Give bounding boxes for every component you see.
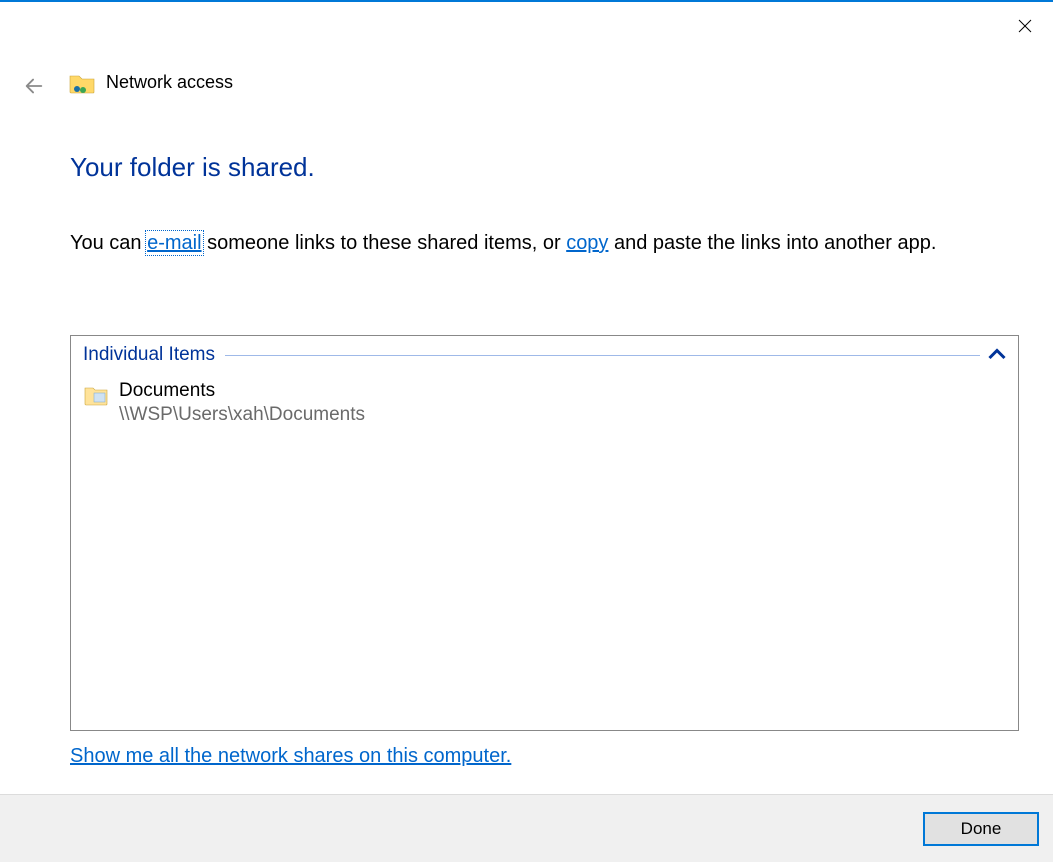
group-label: Individual Items [83, 344, 215, 366]
copy-link[interactable]: copy [566, 232, 608, 254]
shared-items-box: Individual Items Documents \\WSP\Users\x… [70, 335, 1019, 731]
dialog-header: Network access [68, 68, 233, 96]
close-icon [1018, 19, 1032, 38]
item-text: Documents \\WSP\Users\xah\Documents [119, 380, 365, 427]
dialog-footer: Done [0, 794, 1053, 862]
main-heading: Your folder is shared. [70, 152, 1019, 183]
description-text: You can e-mail someone links to these sh… [70, 229, 1019, 257]
group-divider [225, 355, 980, 356]
arrow-left-icon [23, 75, 45, 102]
desc-mid: someone links to these shared items, or [202, 232, 567, 254]
done-button[interactable]: Done [923, 812, 1039, 846]
email-link[interactable]: e-mail [147, 232, 201, 254]
item-name: Documents [119, 380, 365, 403]
shared-folder-icon [68, 68, 96, 96]
desc-suffix: and paste the links into another app. [608, 232, 936, 254]
item-path: \\WSP\Users\xah\Documents [119, 403, 365, 428]
close-button[interactable] [1013, 16, 1037, 40]
desc-prefix: You can [70, 232, 147, 254]
group-header[interactable]: Individual Items [71, 336, 1018, 370]
dialog-title: Network access [106, 72, 233, 93]
list-item[interactable]: Documents \\WSP\Users\xah\Documents [71, 370, 1018, 427]
dialog-content: Your folder is shared. You can e-mail so… [70, 152, 1019, 768]
show-all-shares-link[interactable]: Show me all the network shares on this c… [70, 745, 511, 767]
chevron-up-icon[interactable] [988, 346, 1006, 364]
folder-share-icon [83, 382, 109, 408]
back-button [20, 74, 48, 102]
show-all-shares-row: Show me all the network shares on this c… [70, 745, 1019, 768]
network-access-dialog: Network access Your folder is shared. Yo… [0, 0, 1053, 862]
